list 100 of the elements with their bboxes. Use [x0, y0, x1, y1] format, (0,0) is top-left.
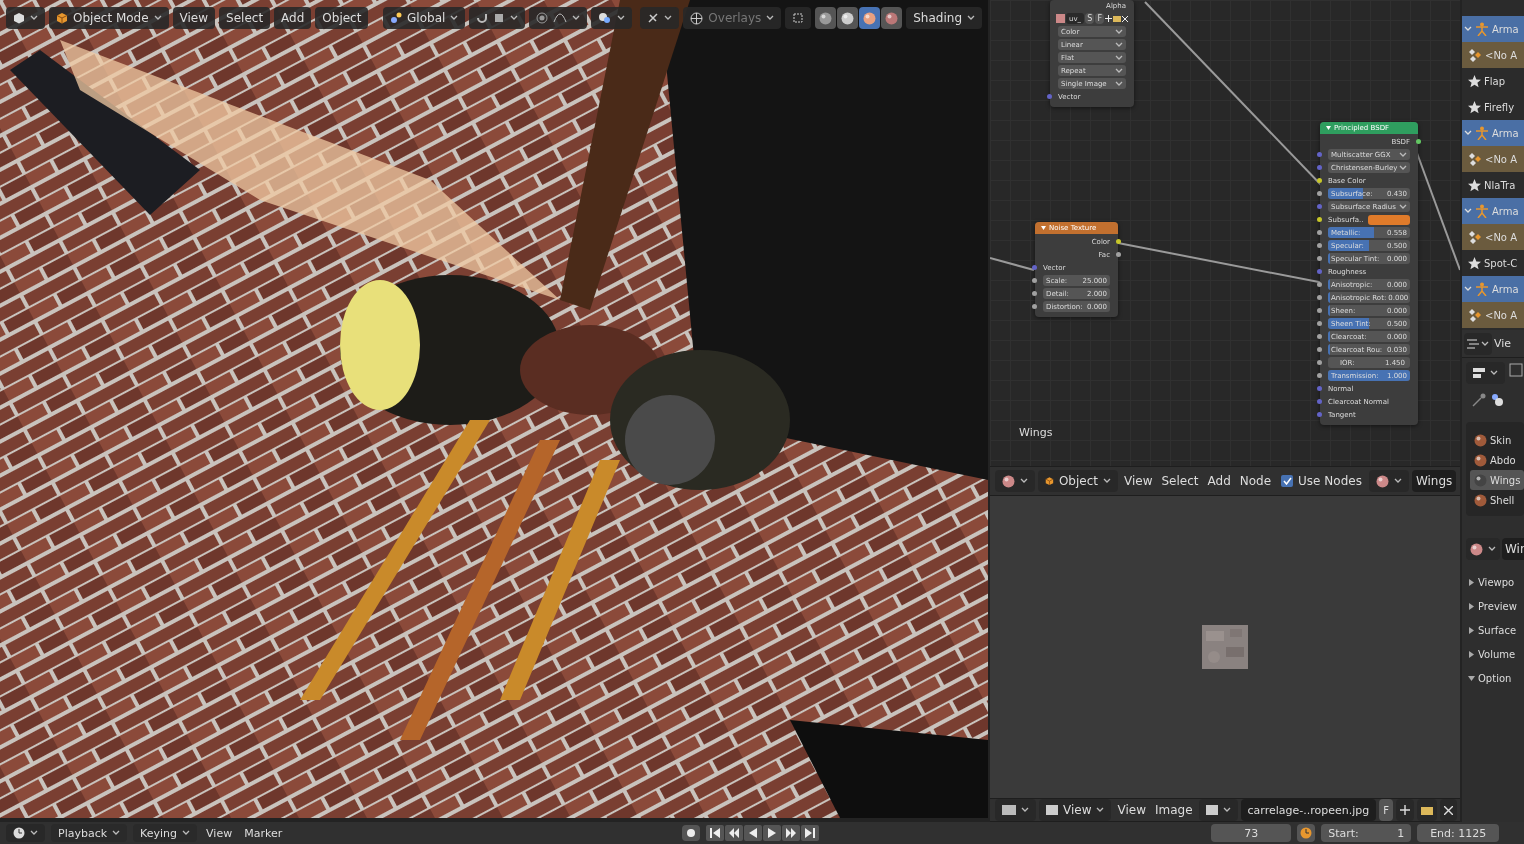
material-sphere-icon: [1470, 542, 1483, 556]
editor-type-button[interactable]: [995, 470, 1035, 492]
toggle-button[interactable]: F: [1095, 13, 1104, 24]
outliner-item[interactable]: <No A: [1462, 224, 1524, 250]
shading-mode-button[interactable]: [881, 7, 903, 29]
menu-item[interactable]: View: [1114, 803, 1149, 817]
star-icon: [1468, 74, 1481, 88]
next-keyframe-button[interactable]: [782, 825, 801, 841]
view-mode-dropdown[interactable]: View: [1039, 799, 1112, 821]
figure-icon: [1475, 22, 1489, 36]
star-icon: [1468, 178, 1481, 192]
material-slot[interactable]: Abdo: [1470, 450, 1524, 470]
new-image-button[interactable]: [1396, 799, 1415, 821]
caret-icon: [450, 15, 459, 21]
menu-item[interactable]: Image: [1151, 803, 1196, 817]
menu-item[interactable]: Select: [1158, 474, 1202, 488]
mode-dropdown[interactable]: Object Mode: [49, 7, 169, 29]
close-button[interactable]: [1440, 799, 1458, 821]
principled-bsdf-node[interactable]: [1320, 122, 1418, 425]
proportional-button[interactable]: [529, 7, 588, 29]
menu-item[interactable]: Object: [315, 7, 369, 29]
socket-icon: [1317, 412, 1322, 417]
menu-item[interactable]: View: [1121, 474, 1156, 488]
socket-icon: [1317, 191, 1322, 196]
folder-icon: [1113, 15, 1121, 22]
editor-type-button[interactable]: [1466, 362, 1505, 384]
socket-icon: [1116, 239, 1121, 244]
jump-end-button[interactable]: [801, 825, 820, 841]
socket-icon: [1032, 291, 1037, 296]
shading-mode-button[interactable]: [815, 7, 837, 29]
snap-button[interactable]: [469, 7, 526, 29]
menu-item[interactable]: Add: [1204, 474, 1234, 488]
xray-button[interactable]: [785, 7, 812, 29]
socket-icon: [1032, 304, 1037, 309]
menu-item[interactable]: Marker: [241, 826, 286, 840]
pivot-button[interactable]: [591, 7, 633, 29]
material-slot[interactable]: Wings: [1470, 470, 1524, 490]
record-button[interactable]: [682, 825, 701, 841]
image-browse-button[interactable]: [1198, 799, 1238, 821]
shading-dropdown[interactable]: Shading: [906, 7, 982, 29]
editor-type-button[interactable]: [6, 7, 45, 29]
outliner-item[interactable]: <No A: [1462, 302, 1524, 328]
menu-item[interactable]: Node: [1236, 474, 1275, 488]
outliner-item[interactable]: <No A: [1462, 42, 1524, 68]
menu-item[interactable]: Select: [219, 7, 271, 29]
outliner-item[interactable]: <No A: [1462, 146, 1524, 172]
image-editor-icon: [1002, 805, 1016, 815]
fake-user-button[interactable]: F: [1379, 799, 1394, 821]
use-nodes-checkbox[interactable]: Use Nodes: [1277, 474, 1366, 488]
close-icon: [1122, 15, 1128, 22]
play-button[interactable]: [763, 825, 782, 841]
socket-icon: [1317, 217, 1322, 222]
editor-type-button[interactable]: [995, 799, 1036, 821]
object-type-dropdown[interactable]: Object: [1038, 470, 1118, 492]
open-image-button[interactable]: [1417, 799, 1438, 821]
material-browse-button[interactable]: [1368, 470, 1409, 492]
caret-icon: [30, 15, 38, 21]
menu-dropdown[interactable]: Playback: [51, 824, 128, 842]
material-sphere-icon: [1002, 474, 1015, 488]
clock-icon: [13, 827, 25, 839]
menu-item[interactable]: View: [172, 7, 216, 29]
preview-range-button[interactable]: [1297, 824, 1316, 842]
gizmo-button[interactable]: [640, 7, 680, 29]
plus-icon: [1105, 15, 1112, 22]
outliner-item[interactable]: Arma: [1462, 120, 1524, 146]
caret-icon: [1399, 203, 1407, 210]
figure-icon: [1475, 204, 1489, 218]
collapse-arrow-icon: [1326, 126, 1331, 130]
keyframes-icon: [1468, 230, 1482, 244]
display-mode-button[interactable]: [1464, 332, 1492, 355]
shading-mode-button[interactable]: [859, 7, 881, 29]
end-frame-field[interactable]: End: 1125: [1417, 824, 1500, 842]
menu-item[interactable]: View: [203, 826, 236, 840]
previous-keyframe-button[interactable]: [725, 825, 744, 841]
image-name-field[interactable]: carrelage-..ropeen.jpg: [1240, 799, 1377, 821]
start-frame-field[interactable]: Start: 1: [1321, 824, 1412, 842]
orientation-dropdown[interactable]: Global: [383, 7, 466, 29]
circle-icon: [536, 12, 549, 24]
color-swatch[interactable]: [1367, 214, 1410, 225]
frame-field[interactable]: 73: [1211, 824, 1292, 842]
jump-start-button[interactable]: [706, 825, 725, 841]
material-slot[interactable]: Skin: [1470, 430, 1524, 450]
material-browse-button[interactable]: [1466, 538, 1500, 560]
menu-item[interactable]: Add: [274, 7, 312, 29]
overlays-button[interactable]: Overlays: [683, 7, 782, 29]
caret-icon: [112, 830, 121, 836]
material-sphere-icon: [1474, 473, 1487, 487]
outliner-item[interactable]: Arma: [1462, 276, 1524, 302]
play-reverse-button[interactable]: [744, 825, 763, 841]
material-name-field[interactable]: Wings: [1411, 470, 1457, 492]
editor-type-button[interactable]: [6, 824, 45, 842]
outliner-item[interactable]: Arma: [1462, 198, 1524, 224]
menu-dropdown[interactable]: Keying: [133, 824, 198, 842]
material-name-field[interactable]: Wir: [1502, 538, 1524, 560]
material-slot[interactable]: Shell: [1470, 490, 1524, 510]
close-icon: [1444, 805, 1454, 815]
outliner-item[interactable]: Arma: [1462, 16, 1524, 42]
xray-icon: [792, 12, 805, 24]
toggle-button[interactable]: S: [1085, 13, 1095, 24]
shading-mode-button[interactable]: [837, 7, 859, 29]
